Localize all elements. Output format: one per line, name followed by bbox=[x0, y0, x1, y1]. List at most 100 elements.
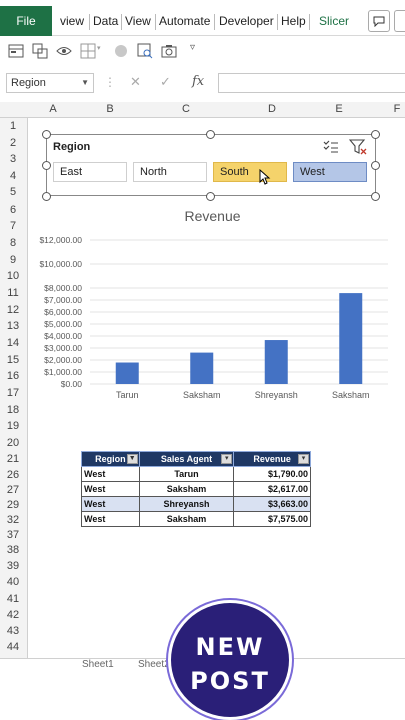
slicer-item-south[interactable]: South bbox=[213, 162, 287, 182]
row-header[interactable]: 11 bbox=[0, 287, 26, 299]
revenue-chart[interactable]: Revenue $0.00 $1,000.00 $2,000.00 $3,000.00… bbox=[30, 200, 395, 410]
row-header[interactable]: 6 bbox=[0, 204, 26, 216]
table-header-agent[interactable]: Sales Agent ▾ bbox=[138, 451, 235, 467]
chevron-down-icon[interactable]: ▼ bbox=[81, 74, 89, 92]
row-header[interactable]: 38 bbox=[0, 544, 26, 556]
table-cell[interactable]: $7,575.00 bbox=[233, 511, 311, 527]
chart-bar[interactable] bbox=[339, 293, 363, 384]
table-cell[interactable]: West bbox=[81, 466, 140, 482]
row-header[interactable]: 29 bbox=[0, 499, 26, 511]
row-header[interactable]: 26 bbox=[0, 469, 26, 481]
table-cell[interactable]: $1,790.00 bbox=[233, 466, 311, 482]
comments-button[interactable] bbox=[368, 10, 390, 32]
resize-handle[interactable] bbox=[371, 161, 380, 170]
table-header-revenue[interactable]: Revenue ▾ bbox=[233, 451, 311, 467]
row-header[interactable]: 2 bbox=[0, 137, 26, 149]
camera-icon[interactable] bbox=[161, 43, 177, 59]
row-header[interactable]: 43 bbox=[0, 625, 26, 637]
resize-handle[interactable] bbox=[42, 161, 51, 170]
row-header[interactable]: 14 bbox=[0, 337, 26, 349]
row-header[interactable]: 32 bbox=[0, 514, 26, 526]
column-header[interactable]: A bbox=[46, 103, 60, 115]
resize-handle[interactable] bbox=[42, 130, 51, 139]
row-header[interactable]: 1 bbox=[0, 120, 26, 132]
row-header[interactable]: 3 bbox=[0, 153, 26, 165]
row-header[interactable]: 7 bbox=[0, 220, 26, 232]
tab-file[interactable]: File bbox=[0, 6, 52, 36]
chart-bar[interactable] bbox=[115, 362, 139, 384]
row-header[interactable]: 19 bbox=[0, 420, 26, 432]
column-header[interactable]: B bbox=[103, 103, 117, 115]
row-header[interactable]: 18 bbox=[0, 404, 26, 416]
row-header[interactable]: 27 bbox=[0, 484, 26, 496]
cancel-icon[interactable]: ✕ bbox=[130, 74, 141, 90]
slicer-item-east[interactable]: East bbox=[53, 162, 127, 182]
row-header[interactable]: 9 bbox=[0, 254, 26, 266]
insert-function-icon[interactable]: fx bbox=[192, 74, 204, 89]
row-header[interactable]: 13 bbox=[0, 320, 26, 332]
row-header[interactable]: 37 bbox=[0, 529, 26, 541]
row-header[interactable]: 16 bbox=[0, 370, 26, 382]
clear-filter-icon[interactable] bbox=[349, 139, 367, 155]
table-cell[interactable]: Shreyansh bbox=[138, 496, 235, 512]
chart-bar[interactable] bbox=[264, 340, 288, 384]
form-icon[interactable] bbox=[8, 43, 24, 59]
tab-developer[interactable]: Developer bbox=[219, 6, 274, 36]
row-header[interactable]: 41 bbox=[0, 593, 26, 605]
row-header[interactable]: 39 bbox=[0, 560, 26, 572]
share-button-partial[interactable] bbox=[394, 10, 405, 32]
row-header[interactable]: 20 bbox=[0, 437, 26, 449]
row-header[interactable]: 10 bbox=[0, 270, 26, 282]
preview-icon[interactable] bbox=[137, 43, 153, 59]
row-header[interactable]: 8 bbox=[0, 237, 26, 249]
resize-handle[interactable] bbox=[206, 130, 215, 139]
formula-input[interactable] bbox=[218, 73, 405, 93]
tab-view[interactable]: View bbox=[125, 6, 151, 36]
slicer-item-west[interactable]: West bbox=[293, 162, 367, 182]
tab-data[interactable]: Data bbox=[93, 6, 118, 36]
name-box[interactable]: Region ▼ bbox=[6, 73, 94, 93]
copy-format-icon[interactable] bbox=[32, 43, 48, 59]
table-cell[interactable]: West bbox=[81, 511, 140, 527]
multi-select-icon[interactable] bbox=[323, 139, 339, 155]
table-cell[interactable]: West bbox=[81, 496, 140, 512]
table-header-region[interactable]: Region ▼ bbox=[81, 451, 140, 467]
chevron-down-icon[interactable]: ▾ bbox=[97, 44, 101, 52]
circle-icon[interactable] bbox=[113, 43, 129, 59]
tab-slicer[interactable]: Slicer bbox=[319, 6, 349, 36]
column-header[interactable]: F bbox=[390, 103, 404, 115]
table-cell[interactable]: $3,663.00 bbox=[233, 496, 311, 512]
table-cell[interactable]: Tarun bbox=[138, 466, 235, 482]
row-header[interactable]: 17 bbox=[0, 387, 26, 399]
table-cell[interactable]: West bbox=[81, 481, 140, 497]
chevron-down-icon[interactable]: ▾ bbox=[221, 454, 233, 464]
tab-view-partial[interactable]: view bbox=[60, 6, 84, 36]
sheet-tab[interactable]: Sheet2 bbox=[138, 659, 170, 670]
table-cell[interactable]: Saksham bbox=[138, 481, 235, 497]
slicer-item-north[interactable]: North bbox=[133, 162, 207, 182]
row-header[interactable]: 5 bbox=[0, 186, 26, 198]
tab-automate[interactable]: Automate bbox=[159, 6, 210, 36]
resize-handle[interactable] bbox=[371, 130, 380, 139]
row-header[interactable]: 40 bbox=[0, 576, 26, 588]
row-header[interactable]: 15 bbox=[0, 354, 26, 366]
row-header[interactable]: 42 bbox=[0, 609, 26, 621]
column-header[interactable]: E bbox=[332, 103, 346, 115]
row-header[interactable]: 21 bbox=[0, 453, 26, 465]
table-cell[interactable]: $2,617.00 bbox=[233, 481, 311, 497]
filter-applied-icon[interactable]: ▼ bbox=[126, 454, 138, 464]
chevron-down-icon[interactable]: ▾ bbox=[298, 454, 309, 464]
column-header[interactable]: D bbox=[265, 103, 279, 115]
customize-qat-icon[interactable]: ▿ bbox=[190, 42, 195, 53]
eye-icon[interactable] bbox=[56, 43, 72, 59]
row-header[interactable]: 12 bbox=[0, 304, 26, 316]
chart-bar[interactable] bbox=[190, 352, 214, 384]
region-slicer[interactable]: Region East North South West bbox=[46, 134, 376, 196]
sheet-tab[interactable]: Sheet1 bbox=[82, 659, 114, 670]
row-header[interactable]: 4 bbox=[0, 170, 26, 182]
row-header[interactable]: 44 bbox=[0, 641, 26, 653]
column-header[interactable]: C bbox=[179, 103, 193, 115]
enter-icon[interactable]: ✓ bbox=[160, 74, 171, 90]
borders-icon[interactable] bbox=[80, 43, 96, 59]
tab-help[interactable]: Help bbox=[281, 6, 306, 36]
